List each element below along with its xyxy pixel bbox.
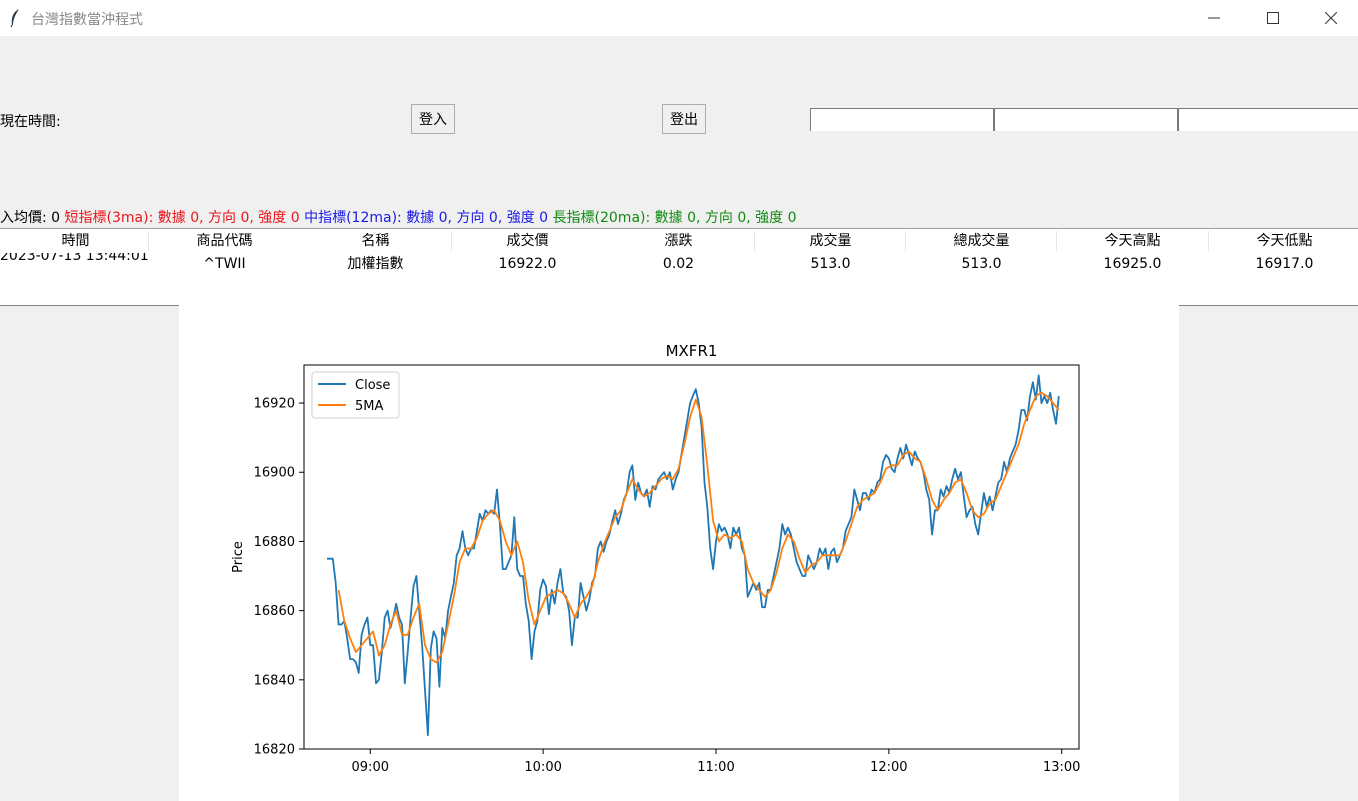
- column-header[interactable]: 總成交量: [906, 229, 1057, 253]
- mid-indicator-status: 中指標(12ma): 數據 0, 方向 0, 強度 0: [304, 210, 549, 226]
- short-indicator-status: 短指標(3ma): 數據 0, 方向 0, 強度 0: [64, 210, 300, 226]
- cell-day-high: 16925.0: [1103, 256, 1162, 272]
- legend-label: 5MA: [355, 399, 383, 414]
- column-header[interactable]: 成交價: [452, 229, 603, 253]
- chart-canvas: MXFR1 Price 16820 16840 16860 16880 16900 16920…: [231, 342, 1080, 775]
- cell-day-low: 16917.0: [1255, 256, 1314, 272]
- current-time-label: 現在時間:: [0, 114, 61, 130]
- minimize-icon: [1208, 17, 1220, 19]
- quote-table[interactable]: 時間 商品代碼 名稱 成交價 漲跌 成交量 總成交量 今天高點 今天低點 202…: [0, 228, 1358, 306]
- column-header[interactable]: 成交量: [755, 229, 906, 253]
- y-tick-label: 16820: [254, 743, 295, 758]
- window-title: 台灣指數當沖程式: [31, 12, 143, 28]
- x-tick-label: 13:00: [1043, 760, 1080, 775]
- average-buy-price: 購入均價: 0: [0, 210, 61, 226]
- cell-name: 加權指數: [347, 256, 404, 272]
- cell-change: 0.02: [662, 256, 695, 272]
- table-header: 時間 商品代碼 名稱 成交價 漲跌 成交量 總成交量 今天高點 今天低點: [0, 229, 1358, 253]
- y-tick-label: 16860: [254, 604, 295, 619]
- price-chart: MXFR1 Price 16820 16840 16860 16880 16900 16920…: [179, 305, 1179, 801]
- cell-total-volume: 513.0: [961, 256, 1002, 272]
- title-bar: 台灣指數當沖程式: [0, 0, 1358, 36]
- column-header[interactable]: 今天低點: [1209, 229, 1358, 253]
- entry-field-1[interactable]: [810, 108, 994, 131]
- maximize-button[interactable]: [1244, 0, 1302, 36]
- column-header[interactable]: 商品代碼: [149, 229, 300, 253]
- y-tick-label: 16920: [254, 397, 295, 412]
- column-header[interactable]: 名稱: [300, 229, 451, 253]
- chart-title: MXFR1: [666, 342, 718, 360]
- x-tick-label: 11:00: [697, 760, 734, 775]
- y-tick-label: 16900: [254, 466, 295, 481]
- y-tick-label: 16880: [254, 535, 295, 550]
- x-tick-label: 12:00: [870, 760, 907, 775]
- y-axis-label: Price: [231, 541, 246, 573]
- long-indicator-status: 長指標(20ma): 數據 0, 方向 0, 強度 0: [552, 210, 797, 226]
- cell-price: 16922.0: [498, 256, 557, 272]
- login-button[interactable]: 登入: [411, 104, 455, 134]
- cell-symbol: ^TWII: [203, 256, 246, 272]
- y-tick-label: 16840: [254, 673, 295, 688]
- maximize-icon: [1267, 12, 1279, 24]
- column-header[interactable]: 今天高點: [1057, 229, 1208, 253]
- table-row[interactable]: 2023-07-13 13:44:01 ^TWII 加權指數 16922.0 0…: [0, 253, 1358, 275]
- entry-field-2[interactable]: [994, 108, 1178, 131]
- minimize-button[interactable]: [1185, 0, 1243, 36]
- indicator-status-line: 購入均價: 0 短指標(3ma): 數據 0, 方向 0, 強度 0 中指標(1…: [0, 207, 797, 227]
- legend-label: Close: [355, 378, 390, 393]
- series-line-close: [327, 374, 1060, 737]
- close-button[interactable]: [1302, 0, 1358, 36]
- logout-button[interactable]: 登出: [662, 104, 706, 134]
- x-tick-label: 10:00: [524, 760, 561, 775]
- column-header[interactable]: 時間: [0, 229, 151, 253]
- column-header[interactable]: 漲跌: [603, 229, 754, 253]
- x-tick-label: 09:00: [352, 760, 389, 775]
- close-icon: [1325, 12, 1337, 24]
- entry-field-3[interactable]: [1178, 108, 1358, 131]
- cell-volume: 513.0: [810, 256, 851, 272]
- plot-frame: [303, 364, 1080, 750]
- feather-icon: [10, 9, 19, 28]
